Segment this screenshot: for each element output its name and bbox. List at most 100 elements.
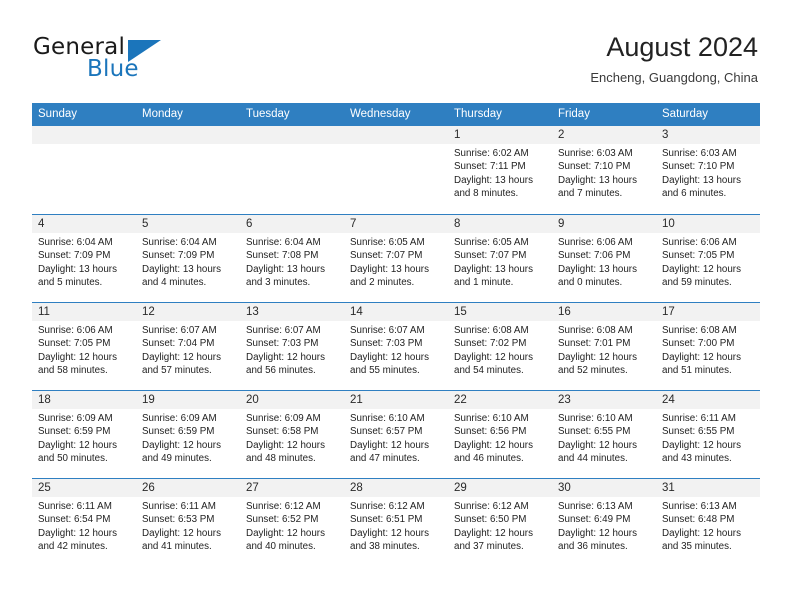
sunrise-text: Sunrise: 6:04 AM — [246, 237, 321, 248]
daylight-text-line2: and 1 minute. — [454, 277, 514, 289]
day-cell[interactable]: 15 Sunrise: 6:08 AM Sunset: 7:02 PM Dayligh… — [448, 303, 552, 390]
day-details: Sunrise: 6:04 AM Sunset: 7:09 PM Daylight:… — [136, 233, 240, 290]
weekday-header-monday: Monday — [142, 108, 183, 120]
day-cell[interactable]: 26 Sunrise: 6:11 AM Sunset: 6:53 PM Dayligh… — [136, 479, 240, 566]
day-cell[interactable]: 20 Sunrise: 6:09 AM Sunset: 6:58 PM Dayligh… — [240, 391, 344, 478]
day-cell[interactable]: 10 Sunrise: 6:06 AM Sunset: 7:05 PM Dayligh… — [656, 215, 760, 302]
general-blue-logo[interactable]: General Blue — [33, 34, 213, 86]
day-details: Sunrise: 6:12 AM Sunset: 6:52 PM Daylight:… — [240, 497, 344, 554]
sunrise-text: Sunrise: 6:11 AM — [38, 501, 112, 512]
sunset-text: Sunset: 6:57 PM — [350, 426, 423, 438]
daylight-text-line2: and 36 minutes. — [558, 541, 628, 553]
daylight-text-line1: Daylight: 12 hours — [350, 527, 429, 539]
sunset-text: Sunset: 7:05 PM — [38, 338, 111, 350]
sunrise-text: Sunrise: 6:06 AM — [38, 325, 113, 336]
day-cell[interactable]: 13 Sunrise: 6:07 AM Sunset: 7:03 PM Dayligh… — [240, 303, 344, 390]
day-cell[interactable]: 9 Sunrise: 6:06 AM Sunset: 7:06 PM Daylight… — [552, 215, 656, 302]
day-details: Sunrise: 6:05 AM Sunset: 7:07 PM Daylight:… — [344, 233, 448, 290]
day-cell[interactable]: 28 Sunrise: 6:12 AM Sunset: 6:51 PM Dayligh… — [344, 479, 448, 566]
day-cell[interactable]: 16 Sunrise: 6:08 AM Sunset: 7:01 PM Dayligh… — [552, 303, 656, 390]
daylight-text-line1: Daylight: 12 hours — [38, 439, 117, 451]
daylight-text-line2: and 56 minutes. — [246, 365, 316, 377]
sunrise-text: Sunrise: 6:10 AM — [454, 413, 529, 424]
weekday-header-saturday: Saturday — [662, 108, 709, 120]
day-number: 21 — [344, 391, 448, 409]
daylight-text-line2: and 42 minutes. — [38, 541, 108, 553]
day-cell[interactable]: 21 Sunrise: 6:10 AM Sunset: 6:57 PM Dayligh… — [344, 391, 448, 478]
sunset-text: Sunset: 6:55 PM — [662, 426, 735, 438]
sunset-text: Sunset: 7:03 PM — [246, 338, 319, 350]
daylight-text-line1: Daylight: 12 hours — [246, 439, 325, 451]
day-cell[interactable]: 7 Sunrise: 6:05 AM Sunset: 7:07 PM Daylight… — [344, 215, 448, 302]
sunrise-text: Sunrise: 6:08 AM — [662, 325, 737, 336]
weekday-header-thursday: Thursday — [454, 108, 502, 120]
day-number: 27 — [240, 479, 344, 497]
sunset-text: Sunset: 6:55 PM — [558, 426, 631, 438]
day-cell[interactable]: 31 Sunrise: 6:13 AM Sunset: 6:48 PM Dayligh… — [656, 479, 760, 566]
day-cell[interactable]: 23 Sunrise: 6:10 AM Sunset: 6:55 PM Dayligh… — [552, 391, 656, 478]
day-cell[interactable]: 3 Sunrise: 6:03 AM Sunset: 7:10 PM Daylight… — [656, 126, 760, 214]
daylight-text-line1: Daylight: 12 hours — [246, 527, 325, 539]
day-cell[interactable]: 5 Sunrise: 6:04 AM Sunset: 7:09 PM Daylight… — [136, 215, 240, 302]
daylight-text-line2: and 40 minutes. — [246, 541, 316, 553]
day-cell[interactable]: 14 Sunrise: 6:07 AM Sunset: 7:03 PM Dayligh… — [344, 303, 448, 390]
day-number: 18 — [32, 391, 136, 409]
daylight-text-line1: Daylight: 12 hours — [350, 351, 429, 363]
sunset-text: Sunset: 6:48 PM — [662, 514, 735, 526]
daylight-text-line1: Daylight: 12 hours — [454, 351, 533, 363]
day-cell[interactable]: 12 Sunrise: 6:07 AM Sunset: 7:04 PM Dayligh… — [136, 303, 240, 390]
sunrise-text: Sunrise: 6:07 AM — [246, 325, 321, 336]
day-details: Sunrise: 6:02 AM Sunset: 7:11 PM Daylight:… — [448, 144, 552, 201]
daylight-text-line1: Daylight: 13 hours — [246, 263, 325, 275]
day-cell[interactable]: 19 Sunrise: 6:09 AM Sunset: 6:59 PM Dayligh… — [136, 391, 240, 478]
day-details: Sunrise: 6:08 AM Sunset: 7:02 PM Daylight:… — [448, 321, 552, 378]
daylight-text-line1: Daylight: 13 hours — [350, 263, 429, 275]
daylight-text-line2: and 0 minutes. — [558, 277, 623, 289]
day-number: 10 — [656, 215, 760, 233]
day-number: 5 — [136, 215, 240, 233]
day-number: 26 — [136, 479, 240, 497]
daylight-text-line1: Daylight: 12 hours — [350, 439, 429, 451]
day-number: 20 — [240, 391, 344, 409]
daylight-text-line2: and 37 minutes. — [454, 541, 524, 553]
day-cell[interactable]: 25 Sunrise: 6:11 AM Sunset: 6:54 PM Dayligh… — [32, 479, 136, 566]
logo-text-blue: Blue — [87, 56, 139, 82]
day-cell[interactable]: 24 Sunrise: 6:11 AM Sunset: 6:55 PM Dayligh… — [656, 391, 760, 478]
daylight-text-line1: Daylight: 12 hours — [454, 439, 533, 451]
day-number: 7 — [344, 215, 448, 233]
day-cell[interactable]: 18 Sunrise: 6:09 AM Sunset: 6:59 PM Dayligh… — [32, 391, 136, 478]
day-cell[interactable]: 8 Sunrise: 6:05 AM Sunset: 7:07 PM Daylight… — [448, 215, 552, 302]
day-cell[interactable]: 27 Sunrise: 6:12 AM Sunset: 6:52 PM Dayligh… — [240, 479, 344, 566]
daylight-text-line1: Daylight: 13 hours — [454, 174, 533, 186]
day-number — [344, 126, 448, 144]
day-details: Sunrise: 6:12 AM Sunset: 6:50 PM Daylight:… — [448, 497, 552, 554]
daylight-text-line2: and 43 minutes. — [662, 453, 732, 465]
sunrise-text: Sunrise: 6:03 AM — [662, 148, 737, 159]
day-cell[interactable]: 2 Sunrise: 6:03 AM Sunset: 7:10 PM Daylight… — [552, 126, 656, 214]
day-details: Sunrise: 6:08 AM Sunset: 7:01 PM Daylight:… — [552, 321, 656, 378]
day-cell[interactable]: 6 Sunrise: 6:04 AM Sunset: 7:08 PM Daylight… — [240, 215, 344, 302]
day-number — [32, 126, 136, 144]
daylight-text-line1: Daylight: 13 hours — [142, 263, 221, 275]
day-cell[interactable]: 11 Sunrise: 6:06 AM Sunset: 7:05 PM Dayligh… — [32, 303, 136, 390]
day-cell[interactable]: 30 Sunrise: 6:13 AM Sunset: 6:49 PM Dayligh… — [552, 479, 656, 566]
sunset-text: Sunset: 7:08 PM — [246, 250, 319, 262]
day-cell[interactable]: 29 Sunrise: 6:12 AM Sunset: 6:50 PM Dayligh… — [448, 479, 552, 566]
day-details: Sunrise: 6:07 AM Sunset: 7:03 PM Daylight:… — [240, 321, 344, 378]
calendar-grid: Sunday Monday Tuesday Wednesday Thursday… — [32, 103, 760, 566]
day-cell[interactable]: 17 Sunrise: 6:08 AM Sunset: 7:00 PM Dayligh… — [656, 303, 760, 390]
day-cell[interactable]: 1 Sunrise: 6:02 AM Sunset: 7:11 PM Daylight… — [448, 126, 552, 214]
sunrise-text: Sunrise: 6:07 AM — [350, 325, 425, 336]
sunrise-text: Sunrise: 6:12 AM — [350, 501, 425, 512]
day-cell[interactable]: 4 Sunrise: 6:04 AM Sunset: 7:09 PM Daylight… — [32, 215, 136, 302]
sunrise-text: Sunrise: 6:09 AM — [38, 413, 113, 424]
page-subtitle-location: Encheng, Guangdong, China — [590, 70, 758, 85]
day-details: Sunrise: 6:04 AM Sunset: 7:08 PM Daylight:… — [240, 233, 344, 290]
daylight-text-line2: and 52 minutes. — [558, 365, 628, 377]
calendar-page: General Blue August 2024 Encheng, Guangd… — [0, 0, 792, 612]
day-cell-empty — [32, 126, 136, 214]
day-cell[interactable]: 22 Sunrise: 6:10 AM Sunset: 6:56 PM Dayligh… — [448, 391, 552, 478]
sunrise-text: Sunrise: 6:05 AM — [454, 237, 529, 248]
day-number: 29 — [448, 479, 552, 497]
weekday-header-tuesday: Tuesday — [246, 108, 290, 120]
